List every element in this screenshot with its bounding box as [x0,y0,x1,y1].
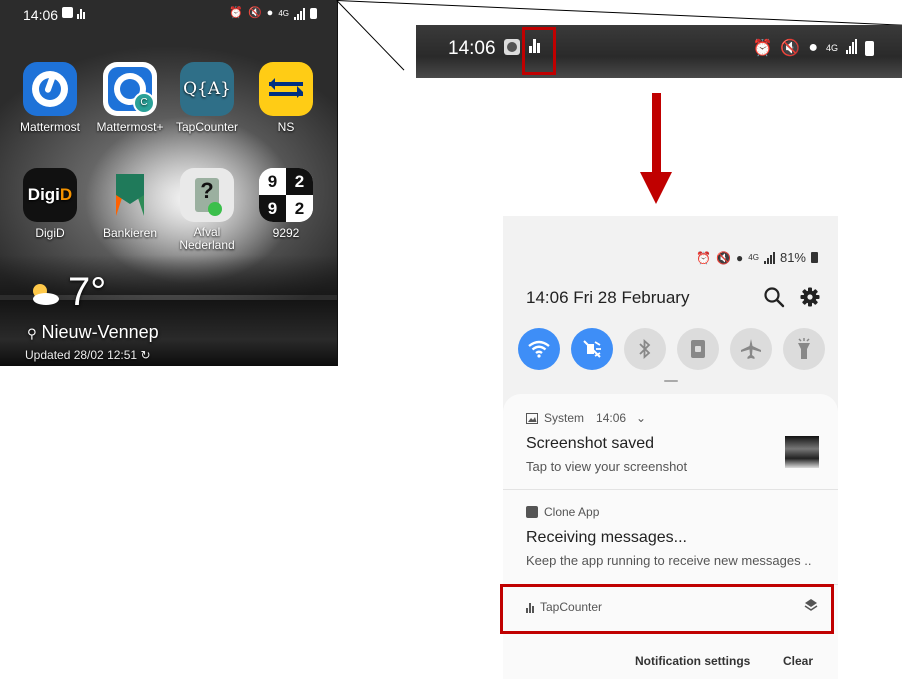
bluetooth-icon [639,339,651,359]
notification-header: Clone App [526,505,599,519]
callout-line [336,0,405,71]
tapcounter-status-icon [77,7,85,19]
9292-icon: 92 92 [259,168,313,222]
highlight-box-status-icon [522,27,556,75]
alarm-icon: ⏰ [696,250,712,265]
trash-bin-icon: ? [180,168,234,222]
clone-app-status-icon [62,7,73,18]
notification-title: Receiving messages... [526,529,687,546]
partly-cloudy-icon [33,284,59,305]
home-screen: 14:06 ⏰ 🔇 ● 4G Mattermost C Mattermost+ … [0,0,338,366]
shade-footer: Notification settings Clear [503,644,838,679]
screenshot-thumbnail [785,436,819,468]
ns-logo-icon [259,62,313,116]
app-mattermost-plus[interactable]: C Mattermost+ [90,62,170,134]
alarm-icon: ⏰ [229,7,243,19]
wifi-icon [528,340,550,358]
clear-button[interactable]: Clear [783,654,813,668]
app-label: DigiD [35,226,65,240]
app-label: NS [277,120,295,134]
notification-clone-app[interactable]: Clone App Receiving messages... Keep the… [503,490,838,584]
signal-icon [294,7,305,20]
notification-list: System 14:06 ⌄ Screenshot saved Tap to v… [503,394,838,679]
app-afval-nederland[interactable]: ? Afval Nederland [167,168,247,252]
app-mattermost[interactable]: Mattermost [10,62,90,134]
zoomed-status-bar: 14:06 ⏰ 🔇 ● 4G [416,25,902,78]
date-time: 14:06 Fri 28 February [526,288,690,307]
signal-icon [763,251,775,264]
shade-status-bar: ⏰ 🔇 ● 4G 81% [696,250,818,265]
location-icon: ● [808,39,818,56]
mute-icon: 🔇 [716,250,732,265]
battery-icon [811,252,818,263]
app-label: Bankieren [102,226,158,240]
alarm-icon: ⏰ [752,40,773,57]
gear-icon[interactable] [800,287,820,307]
app-tapcounter[interactable]: Q{A} TapCounter [167,62,247,134]
weather-location: ⚲ Nieuw-Vennep [27,322,159,342]
digid-icon: DigiD [23,168,77,222]
notification-title: Screenshot saved [526,435,655,452]
flashlight-toggle[interactable] [783,328,825,370]
app-label: TapCounter [175,120,239,134]
weather-updated: Updated 28/02 12:51 ↻ [25,348,151,362]
flashlight-icon [798,338,810,359]
battery-icon [310,8,317,19]
chevron-down-icon[interactable]: ⌄ [636,411,646,425]
mattermost-icon [23,62,77,116]
location-pin-icon: ⚲ [27,326,37,341]
battery-icon [865,40,874,56]
app-ns[interactable]: NS [246,62,326,134]
callout-line [336,0,902,26]
wifi-toggle[interactable] [518,328,560,370]
network-type: 4G [748,253,759,262]
airplane-toggle[interactable] [730,328,772,370]
mute-icon [583,340,601,358]
notification-header: System 14:06 ⌄ [526,411,646,425]
network-type: 4G [278,9,289,18]
zoom-status-time: 14:06 [448,38,496,59]
refresh-icon[interactable]: ↻ [140,348,150,362]
app-label: Mattermost+ [96,120,164,134]
app-label: 9292 [272,226,300,240]
app-label: Afval Nederland [179,225,235,252]
arrow-shaft [652,93,661,173]
status-time: 14:06 [23,7,59,23]
signal-icon [846,39,857,54]
notification-screenshot[interactable]: System 14:06 ⌄ Screenshot saved Tap to v… [503,394,838,489]
airplane-icon [741,339,761,359]
bluetooth-toggle[interactable] [624,328,666,370]
app-label: Mattermost [19,120,80,134]
notification-text: Tap to view your screenshot [526,459,688,474]
mute-icon: 🔇 [247,7,262,19]
arrow-down-icon [640,172,672,204]
network-type: 4G [825,43,838,53]
app-digid[interactable]: DigiD DigiD [10,168,90,240]
clone-app-status-icon [504,39,520,55]
screen-lock-toggle[interactable] [677,328,719,370]
lock-screen-icon [691,340,705,358]
search-icon[interactable] [763,286,785,308]
clone-app-icon [526,506,538,518]
notification-text: Keep the app running to receive new mess… [526,553,812,568]
notification-settings-button[interactable]: Notification settings [635,654,750,668]
image-icon [526,412,538,424]
weather-temperature: 7° [68,270,107,314]
tapcounter-icon: Q{A} [180,62,234,116]
bank-logo-icon [103,168,157,222]
mute-toggle[interactable] [571,328,613,370]
app-9292[interactable]: 92 92 9292 [246,168,326,240]
home-status-bar: 14:06 ⏰ 🔇 ● 4G [0,0,337,28]
location-icon: ● [736,250,744,265]
battery-percent: 81% [779,250,806,265]
highlight-box-tapcounter [500,584,834,634]
mattermost-clone-icon: C [103,62,157,116]
mute-icon: 🔇 [780,40,801,57]
app-bankieren[interactable]: Bankieren [90,168,170,240]
shade-drag-handle[interactable] [664,380,678,382]
location-icon: ● [266,7,274,19]
